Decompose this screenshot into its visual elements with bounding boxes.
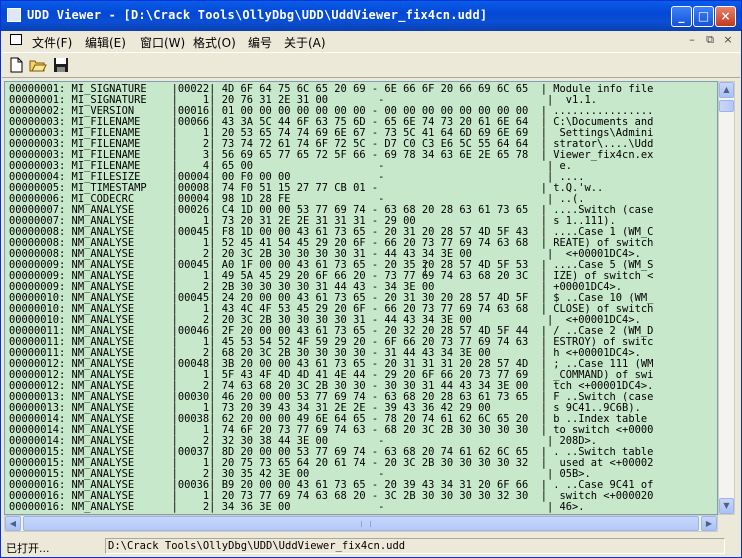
app-icon[interactable] — [7, 8, 21, 22]
minimize-button[interactable]: _ — [671, 6, 692, 27]
toolbar — [2, 52, 740, 78]
menu-number[interactable]: 编号 — [248, 34, 272, 51]
menu-format[interactable]: 格式(O) — [193, 34, 236, 51]
mdi-close-button[interactable]: × — [721, 33, 735, 47]
horizontal-scrollbar[interactable]: ◀ ▶ — [4, 515, 718, 532]
open-folder-icon[interactable] — [29, 56, 47, 74]
mdi-minimize-button[interactable]: – — [685, 33, 699, 47]
scroll-grip-icon — [361, 521, 371, 527]
record-list: 00000001: MI_SIGNATURE |00022| 4D 6F 64 … — [9, 84, 653, 513]
text-cursor-icon — [423, 262, 428, 276]
app-window: UDD Viewer - [D:\Crack Tools\OllyDbg\UDD… — [0, 0, 742, 558]
status-message: 已打开... — [6, 542, 50, 555]
menu-window[interactable]: 窗口(W) — [140, 34, 185, 51]
title-bar[interactable]: UDD Viewer - [D:\Crack Tools\OllyDbg\UDD… — [1, 1, 741, 31]
record-row[interactable]: 00000016: NM_ANALYSE | 2| 34 36 3E 00 - … — [9, 502, 653, 513]
save-disk-icon[interactable] — [52, 56, 70, 74]
udd-hex-view[interactable]: 00000001: MI_SIGNATURE |00022| 4D 6F 64 … — [4, 81, 718, 515]
window-title: UDD Viewer - [D:\Crack Tools\OllyDbg\UDD… — [27, 8, 488, 22]
close-button[interactable]: × — [715, 6, 736, 27]
horizontal-scroll-thumb[interactable] — [23, 516, 699, 531]
document-icon[interactable] — [10, 34, 22, 45]
status-file-path: D:\Crack Tools\OllyDbg\UDD\UddViewer_fix… — [105, 538, 725, 554]
menu-file[interactable]: 文件(F) — [32, 34, 72, 51]
mdi-restore-button[interactable]: ⧉ — [703, 33, 717, 47]
scroll-up-button[interactable]: ▲ — [719, 82, 734, 98]
menu-edit[interactable]: 编辑(E) — [85, 34, 126, 51]
new-file-icon[interactable] — [7, 56, 25, 74]
vertical-scroll-thumb[interactable] — [719, 100, 734, 112]
scroll-down-button[interactable]: ▼ — [719, 498, 734, 514]
scroll-right-button[interactable]: ▶ — [701, 516, 717, 531]
scroll-left-button[interactable]: ◀ — [5, 516, 21, 531]
vertical-scrollbar[interactable]: ▲ ▼ — [718, 81, 735, 515]
menu-bar: 文件(F) 编辑(E) 窗口(W) 格式(O) 编号 关于(A) – ⧉ × — [2, 31, 740, 51]
menu-about[interactable]: 关于(A) — [284, 34, 326, 51]
status-bar: 已打开... D:\Crack Tools\OllyDbg\UDD\UddVie… — [2, 536, 740, 557]
maximize-button[interactable]: □ — [693, 6, 714, 27]
